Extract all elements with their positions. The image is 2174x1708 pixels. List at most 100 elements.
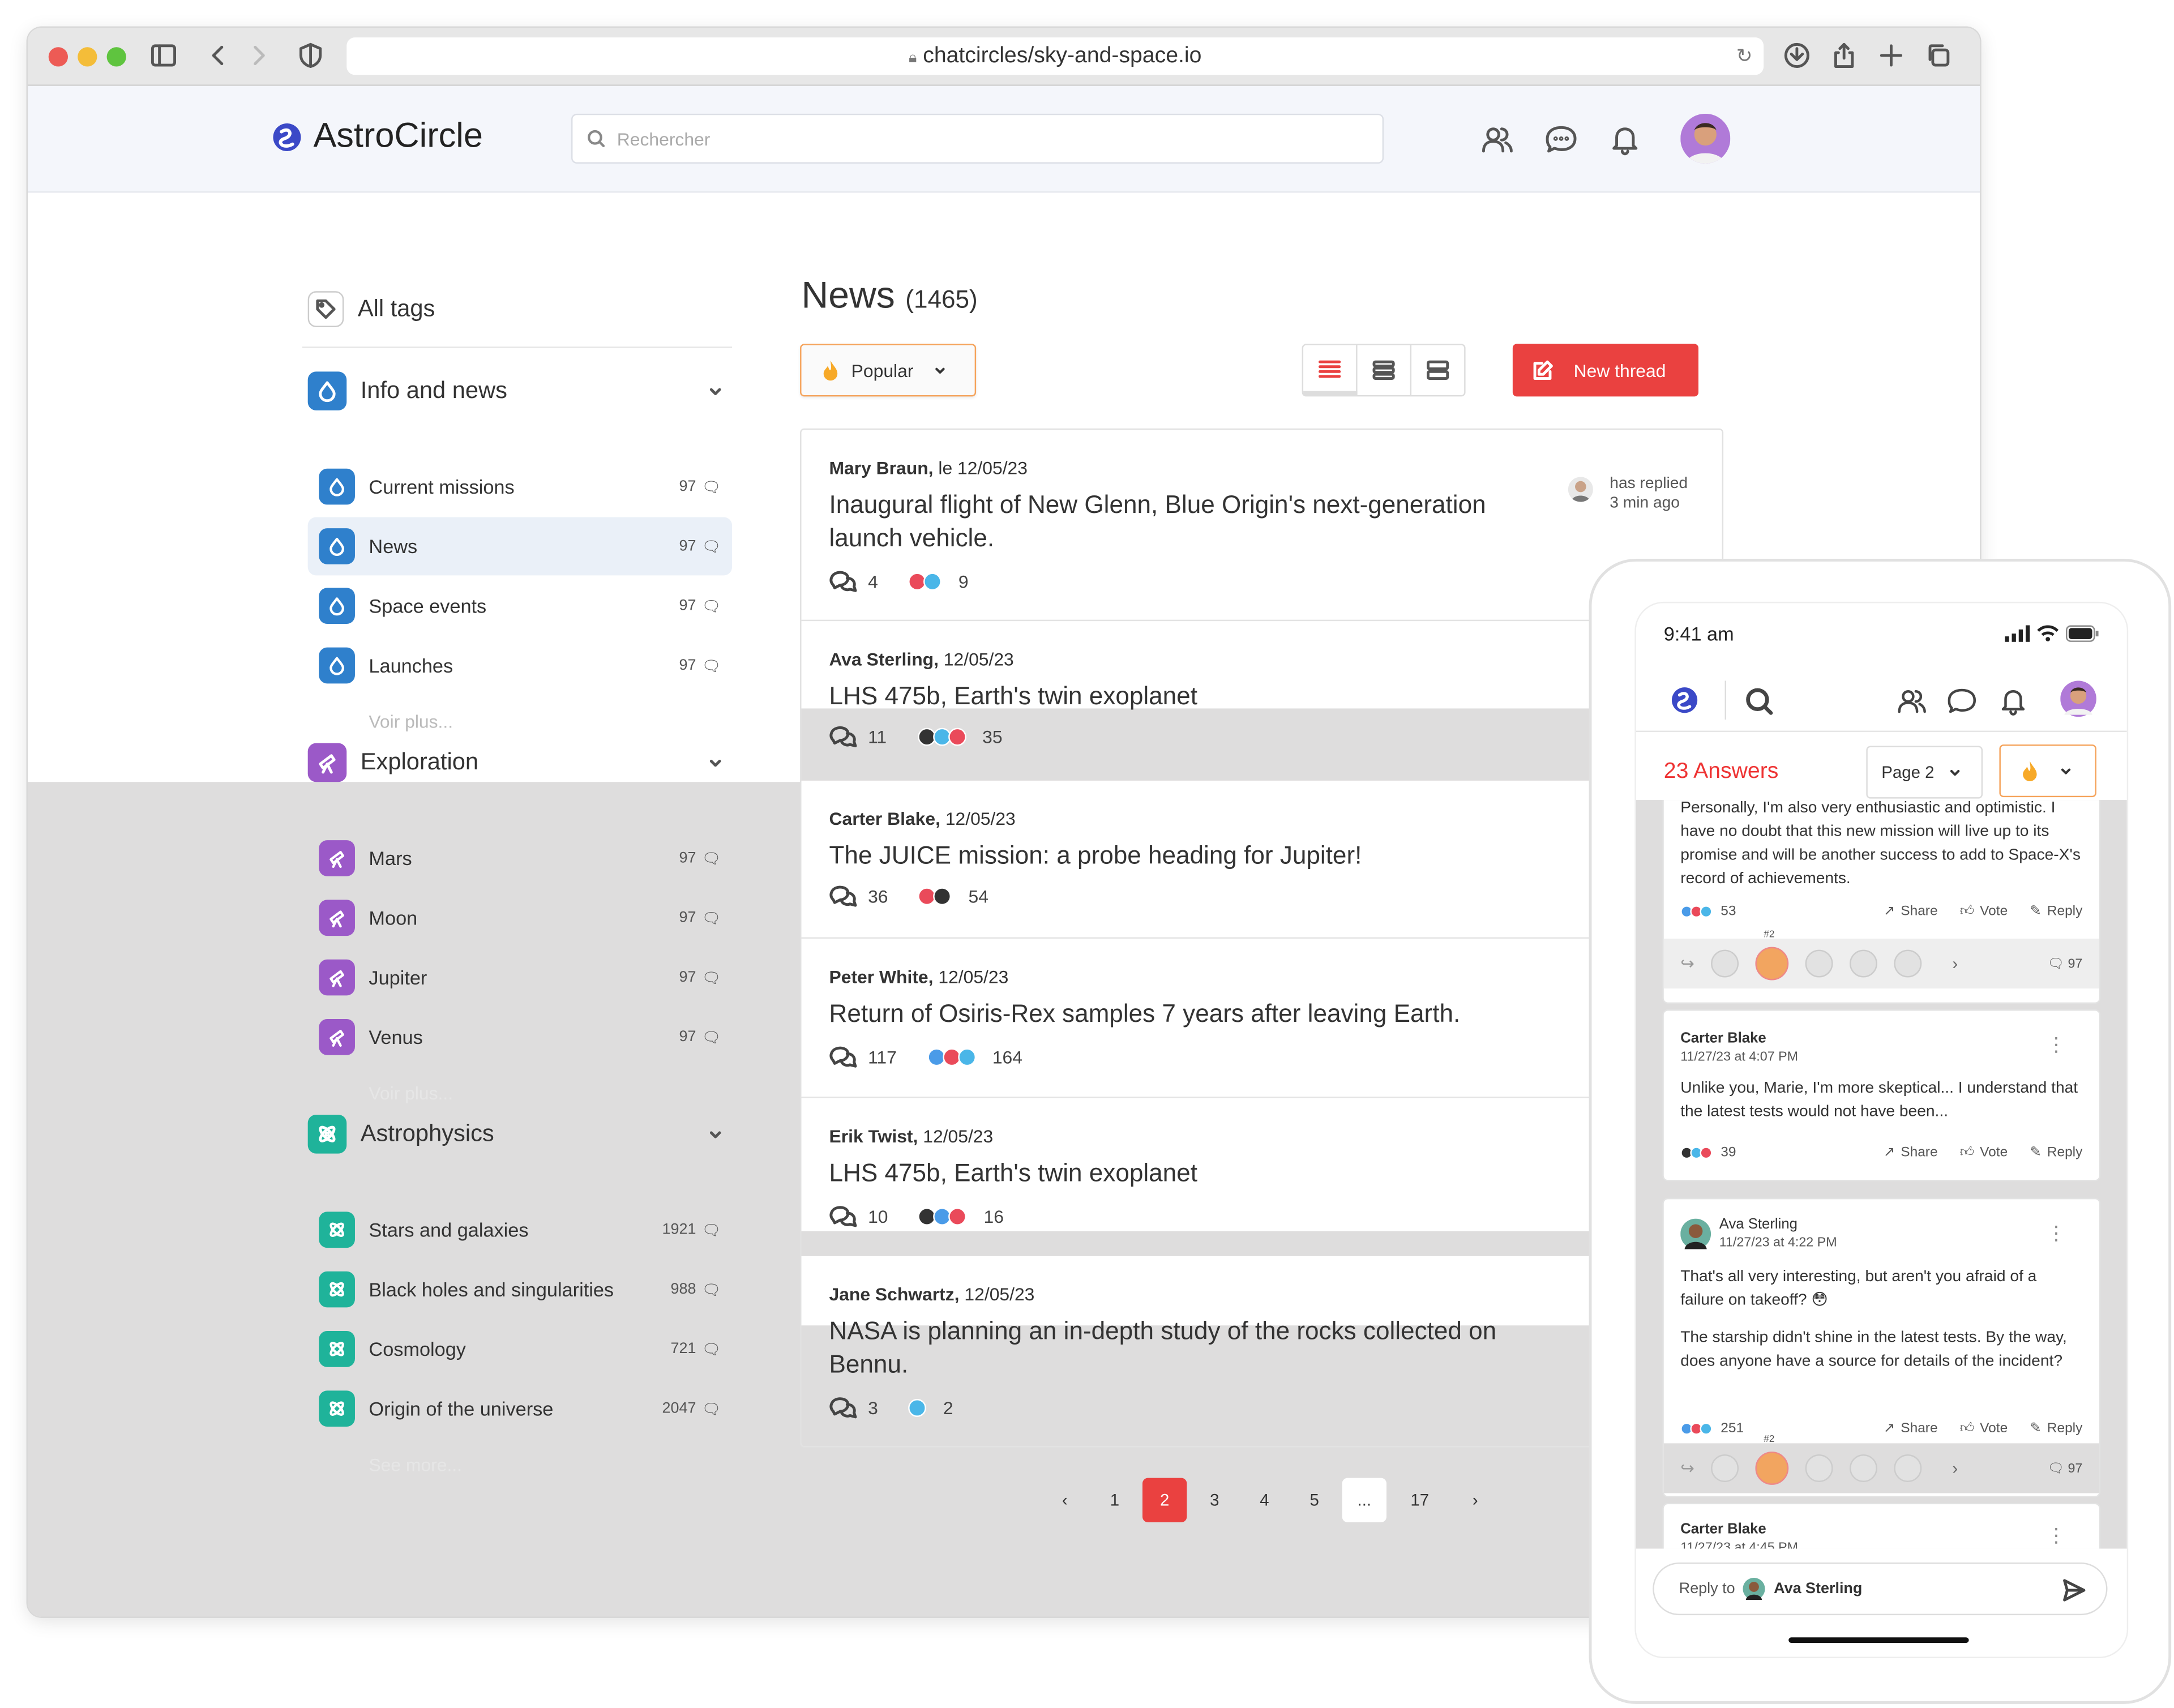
chevron-right-icon[interactable]: › xyxy=(1952,954,1958,973)
send-icon[interactable] xyxy=(2062,1578,2087,1603)
share-button[interactable]: ↗ Share xyxy=(1884,1144,1938,1160)
thread-title[interactable]: NASA is planning an in-depth study of th… xyxy=(829,1315,1550,1381)
more-options-icon[interactable]: ⋮ xyxy=(2047,1523,2066,1547)
top-voter[interactable]: #2 xyxy=(1755,1435,1789,1485)
chat-icon[interactable] xyxy=(1544,123,1578,157)
chevron-right-icon[interactable]: › xyxy=(1952,1458,1958,1478)
reply-button[interactable]: ✎ Reply xyxy=(2030,1420,2082,1436)
sidebar-item-jupiter[interactable]: Jupiter 97 🗨︎ xyxy=(308,948,732,1007)
category-exploration[interactable]: Exploration xyxy=(307,743,724,782)
download-icon[interactable] xyxy=(1783,41,1811,69)
minimize-window-button[interactable] xyxy=(78,47,97,67)
tabs-overview-icon[interactable] xyxy=(1924,41,1952,69)
page-1[interactable]: 1 xyxy=(1093,1478,1137,1522)
page-3[interactable]: 3 xyxy=(1192,1478,1236,1522)
page-5[interactable]: 5 xyxy=(1292,1478,1336,1522)
category-astrophysics[interactable]: Astrophysics xyxy=(307,1114,724,1154)
voter-avatar[interactable] xyxy=(1711,1454,1739,1482)
page-dropdown[interactable]: Page 2 xyxy=(1866,746,1983,799)
forward-icon[interactable] xyxy=(244,41,272,69)
view-list-icon[interactable] xyxy=(1303,345,1358,395)
bell-icon[interactable] xyxy=(1608,123,1642,157)
search-input[interactable]: Rechercher xyxy=(571,113,1384,164)
user-avatar[interactable] xyxy=(2060,680,2096,717)
category-info-and-news[interactable]: Info and news xyxy=(307,371,724,410)
thread-row[interactable]: Jane Schwartz, 12/05/23 NASA is planning… xyxy=(801,1256,1722,1446)
bell-icon[interactable] xyxy=(1998,686,2029,717)
sidebar-item-space-events[interactable]: Space events 97 🗨︎ xyxy=(308,577,732,635)
vote-button[interactable]: 👍︎ Vote xyxy=(1960,1420,2008,1436)
sort-dropdown[interactable] xyxy=(1999,744,2096,798)
page-2-current[interactable]: 2 xyxy=(1142,1478,1187,1523)
reply-input[interactable]: Reply to Ava Sterling xyxy=(1653,1563,2108,1616)
chevron-down-icon[interactable] xyxy=(707,754,724,770)
reload-icon[interactable]: ↻ xyxy=(1736,37,1753,75)
thread-row[interactable]: Erik Twist, 12/05/23 LHS 475b, Earth's t… xyxy=(801,1098,1722,1256)
voter-avatar[interactable] xyxy=(1894,949,1922,978)
vote-button[interactable]: 👍︎ Vote xyxy=(1960,902,2008,919)
voter-avatar[interactable] xyxy=(1711,949,1739,978)
voter-avatar[interactable] xyxy=(1805,949,1833,978)
thread-title[interactable]: LHS 475b, Earth's twin exoplanet xyxy=(829,1156,1550,1189)
maximize-window-button[interactable] xyxy=(106,47,126,67)
sidebar-item-origin-of-the-universe[interactable]: Origin of the universe 2047 🗨︎ xyxy=(308,1380,732,1438)
chevron-down-icon[interactable] xyxy=(707,1126,724,1142)
sidebar-item-launches[interactable]: Launches 97 🗨︎ xyxy=(308,636,732,695)
thread-row[interactable]: Peter White, 12/05/23 Return of Osiris-R… xyxy=(801,939,1722,1098)
all-tags-link[interactable]: All tags xyxy=(307,291,435,327)
shield-icon[interactable] xyxy=(297,41,324,69)
reply-button[interactable]: ✎ Reply xyxy=(2030,1144,2082,1160)
see-more-link[interactable]: See more... xyxy=(369,1454,462,1475)
share-button[interactable]: ↗ Share xyxy=(1884,1420,1938,1436)
prev-page-icon[interactable]: ‹ xyxy=(1043,1478,1087,1522)
close-window-button[interactable] xyxy=(48,47,69,67)
voter-avatar[interactable] xyxy=(1850,949,1878,978)
thread-row[interactable]: Carter Blake, 12/05/23 The JUICE mission… xyxy=(801,781,1722,939)
share-button[interactable]: ↗ Share xyxy=(1884,902,1938,919)
back-icon[interactable] xyxy=(205,41,233,69)
sidebar-item-venus[interactable]: Venus 97 🗨︎ xyxy=(308,1008,732,1066)
sort-dropdown[interactable]: Popular xyxy=(800,344,977,397)
reply-button[interactable]: ✎ Reply xyxy=(2030,902,2082,919)
voter-avatar[interactable] xyxy=(1894,1454,1922,1482)
page-17[interactable]: 17 xyxy=(1398,1478,1442,1522)
thread-row[interactable]: Ava Sterling, 12/05/23 LHS 475b, Earth's… xyxy=(801,621,1722,781)
users-icon[interactable] xyxy=(1481,123,1514,157)
sidebar-item-current-missions[interactable]: Current missions 97 🗨︎ xyxy=(308,457,732,516)
view-compact-icon[interactable] xyxy=(1358,345,1412,395)
thread-title[interactable]: The JUICE mission: a probe heading for J… xyxy=(829,839,1550,872)
see-more-link[interactable]: Voir plus... xyxy=(369,711,453,732)
sidebar-item-cosmology[interactable]: Cosmology 721 🗨︎ xyxy=(308,1320,732,1378)
voter-avatar[interactable] xyxy=(1805,1454,1833,1482)
user-avatar[interactable] xyxy=(1680,113,1731,164)
share-icon[interactable] xyxy=(1830,41,1858,69)
thread-title[interactable]: Inaugural flight of New Glenn, Blue Orig… xyxy=(829,488,1550,555)
thread-row[interactable]: Mary Braun, le 12/05/23 Inaugural flight… xyxy=(801,430,1722,622)
top-voter[interactable]: #2 xyxy=(1755,930,1789,981)
sidebar-item-moon[interactable]: Moon 97 🗨︎ xyxy=(308,889,732,947)
address-bar[interactable]: 🔒︎ chatcircles/sky-and-space.io ↻ xyxy=(346,37,1764,75)
sidebar-toggle-icon[interactable] xyxy=(149,41,177,69)
chat-icon[interactable] xyxy=(1946,686,1977,717)
more-options-icon[interactable]: ⋮ xyxy=(2047,1033,2066,1057)
sidebar-item-mars[interactable]: Mars 97 🗨︎ xyxy=(308,829,732,888)
new-tab-icon[interactable] xyxy=(1877,41,1905,69)
sidebar-item-stars-and-galaxies[interactable]: Stars and galaxies 1921 🗨︎ xyxy=(308,1201,732,1259)
page-4[interactable]: 4 xyxy=(1242,1478,1286,1522)
chevron-down-icon[interactable] xyxy=(707,383,724,399)
voter-avatar[interactable] xyxy=(1850,1454,1878,1482)
next-page-icon[interactable]: › xyxy=(1453,1478,1497,1522)
page-ellipsis[interactable]: ... xyxy=(1342,1478,1386,1523)
search-icon[interactable] xyxy=(1744,686,1775,717)
users-icon[interactable] xyxy=(1897,686,1927,717)
astrocircle-logo-icon[interactable] xyxy=(1670,683,1700,717)
more-options-icon[interactable]: ⋮ xyxy=(2047,1222,2066,1245)
sidebar-item-black-holes[interactable]: Black holes and singularities 988 🗨︎ xyxy=(308,1260,732,1319)
sidebar-item-news[interactable]: News 97 🗨︎ xyxy=(307,517,733,576)
brand-logo[interactable]: AstroCircle xyxy=(272,117,483,157)
view-card-icon[interactable] xyxy=(1411,345,1464,395)
thread-title[interactable]: LHS 475b, Earth's twin exoplanet xyxy=(829,679,1550,713)
vote-button[interactable]: 👍︎ Vote xyxy=(1960,1144,2008,1161)
thread-title[interactable]: Return of Osiris-Rex samples 7 years aft… xyxy=(829,997,1550,1030)
see-more-link[interactable]: Voir plus... xyxy=(369,1083,453,1104)
